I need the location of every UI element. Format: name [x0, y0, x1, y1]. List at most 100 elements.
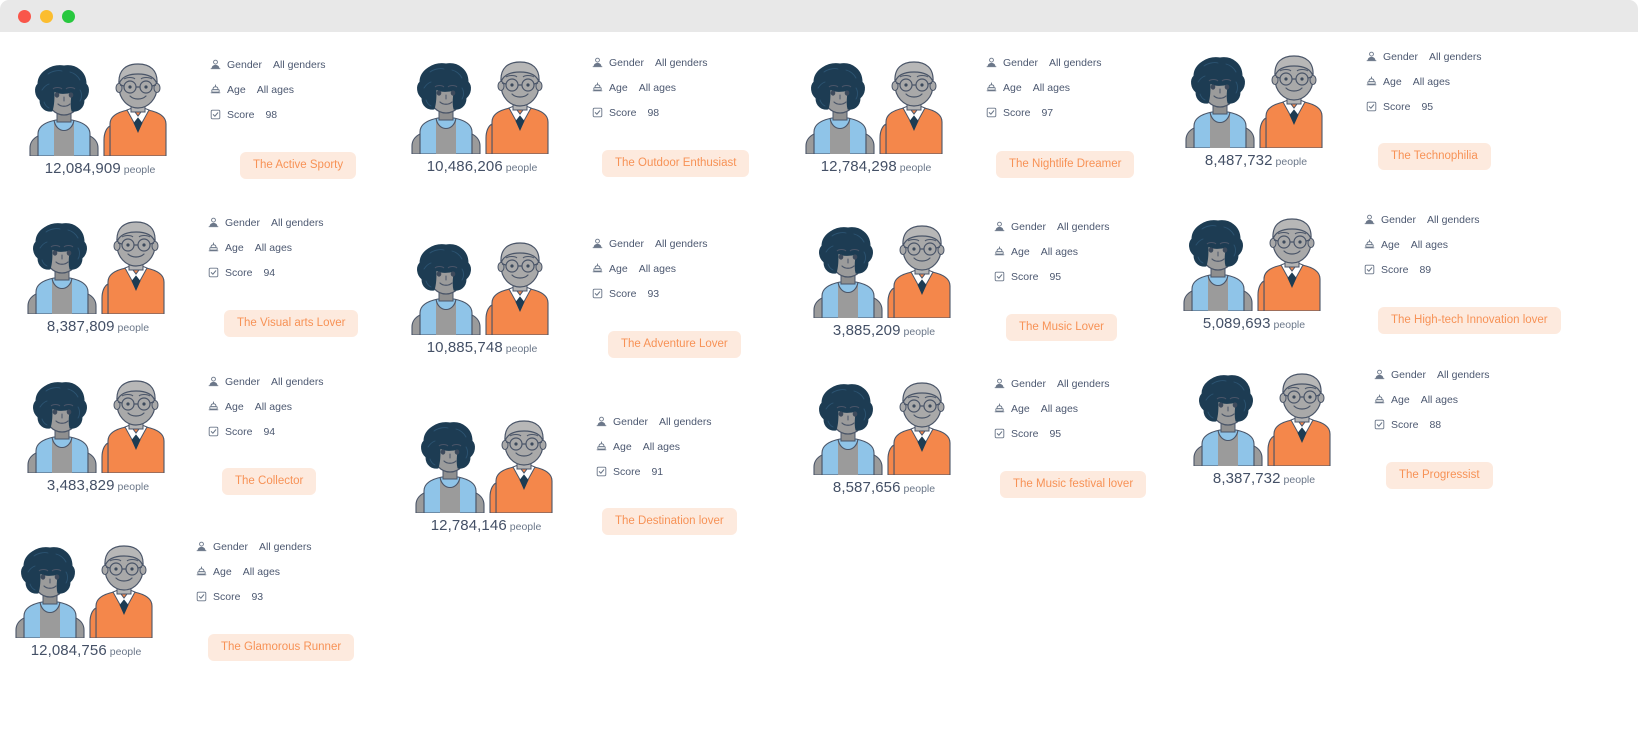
person-icon	[210, 59, 221, 70]
attr-label-gender: Gender	[1011, 220, 1047, 233]
persona-badge[interactable]: The Visual arts Lover	[224, 310, 359, 337]
attr-label-gender: Gender	[613, 415, 649, 428]
people-count: 8,387,809	[46, 318, 115, 335]
persona-badge[interactable]: The Outdoor Enthusiast	[602, 150, 750, 177]
persona-badge[interactable]: The Adventure Lover	[608, 331, 741, 358]
attr-label-score: Score	[225, 266, 253, 279]
cake-icon	[196, 566, 207, 577]
attr-label-score: Score	[1011, 270, 1039, 283]
attr-label-age: Age	[1011, 402, 1030, 415]
maximize-button-icon[interactable]	[62, 10, 75, 23]
persona-badge[interactable]: The Collector	[222, 468, 317, 495]
cake-icon	[1366, 76, 1377, 87]
check-square-icon	[210, 109, 221, 120]
attr-row-age: Age All ages	[196, 559, 386, 584]
attr-row-score: Score 97	[986, 100, 1176, 125]
persona-badge[interactable]: The Nightlife Dreamer	[996, 151, 1135, 178]
attr-value-gender: All genders	[273, 58, 326, 71]
attr-value-age: All ages	[256, 83, 295, 96]
person-icon	[196, 541, 207, 552]
couple-illustration	[14, 60, 186, 156]
persona-badge[interactable]: The Music festival lover	[1000, 471, 1147, 498]
person-icon	[986, 57, 997, 68]
attr-row-age: Age All ages	[208, 235, 398, 260]
attr-label-age: Age	[1391, 393, 1410, 406]
cake-icon	[994, 246, 1005, 257]
persona-grid: 12,084,909 people Gender All genders Age …	[0, 32, 1638, 735]
persona-badge[interactable]: The Glamorous Runner	[208, 634, 355, 661]
attr-value-score: 93	[647, 287, 660, 300]
person-icon	[1374, 369, 1385, 380]
attr-label-score: Score	[609, 106, 637, 119]
attr-label-gender: Gender	[225, 216, 261, 229]
attr-label-gender: Gender	[1383, 50, 1419, 63]
attr-row-gender: Gender All genders	[208, 369, 398, 394]
people-count: 8,387,732	[1212, 470, 1281, 487]
attr-row-age: Age All ages	[1374, 387, 1564, 412]
people-count-line: 10,885,748 people	[396, 339, 568, 357]
attr-label-score: Score	[1011, 427, 1039, 440]
attr-row-gender: Gender All genders	[1366, 44, 1556, 69]
people-count: 10,486,206	[426, 158, 503, 175]
cake-icon	[208, 242, 219, 253]
attr-value-score: 95	[1049, 427, 1062, 440]
attr-value-age: All ages	[638, 262, 677, 275]
attr-row-age: Age All ages	[596, 434, 786, 459]
window-titlebar	[0, 0, 1638, 32]
attr-row-score: Score 89	[1364, 257, 1554, 282]
persona-badge[interactable]: The Music Lover	[1006, 314, 1118, 341]
persona-badge[interactable]: The High-tech Innovation lover	[1378, 307, 1561, 334]
person-icon	[994, 221, 1005, 232]
minimize-button-icon[interactable]	[40, 10, 53, 23]
attr-row-age: Age All ages	[994, 396, 1184, 421]
persona-badge[interactable]: The Active Sporty	[240, 152, 357, 179]
persona-badge[interactable]: The Technophilia	[1378, 143, 1491, 170]
persona-badge[interactable]: The Destination lover	[602, 508, 737, 535]
attr-row-gender: Gender All genders	[1374, 362, 1564, 387]
persona-attributes: Gender All genders Age All ages Score 93	[592, 231, 782, 306]
attr-label-age: Age	[1383, 75, 1402, 88]
persona-attributes: Gender All genders Age All ages Score 98	[210, 52, 400, 127]
attr-row-gender: Gender All genders	[994, 371, 1184, 396]
attr-label-age: Age	[613, 440, 632, 453]
attr-row-gender: Gender All genders	[208, 210, 398, 235]
cake-icon	[592, 82, 603, 93]
persona-attributes: Gender All genders Age All ages Score 91	[596, 409, 786, 484]
attr-row-age: Age All ages	[208, 394, 398, 419]
attr-row-gender: Gender All genders	[994, 214, 1184, 239]
cake-icon	[592, 263, 603, 274]
attr-row-age: Age All ages	[592, 256, 782, 281]
couple-illustration	[798, 379, 970, 475]
attr-label-score: Score	[1381, 263, 1409, 276]
people-count: 12,784,298	[820, 158, 897, 175]
attr-value-gender: All genders	[659, 415, 712, 428]
attr-value-score: 97	[1041, 106, 1054, 119]
check-square-icon	[196, 591, 207, 602]
attr-value-gender: All genders	[1437, 368, 1490, 381]
attr-row-gender: Gender All genders	[196, 534, 386, 559]
people-count-line: 8,487,732 people	[1170, 152, 1342, 170]
couple-illustration	[798, 222, 970, 318]
attr-label-age: Age	[1011, 245, 1030, 258]
check-square-icon	[596, 466, 607, 477]
couple-illustration	[790, 58, 962, 154]
check-square-icon	[994, 271, 1005, 282]
persona-attributes: Gender All genders Age All ages Score 98	[592, 50, 782, 125]
attr-value-score: 98	[265, 108, 278, 121]
attr-label-score: Score	[1003, 106, 1031, 119]
attr-value-gender: All genders	[1429, 50, 1482, 63]
attr-row-score: Score 93	[196, 584, 386, 609]
attr-value-score: 93	[251, 590, 264, 603]
people-count-line: 12,784,298 people	[790, 158, 962, 176]
people-count-line: 12,084,756 people	[0, 642, 172, 660]
couple-illustration	[396, 58, 568, 154]
people-count-line: 10,486,206 people	[396, 158, 568, 176]
attr-value-age: All ages	[254, 400, 293, 413]
attr-value-gender: All genders	[1049, 56, 1102, 69]
attr-value-age: All ages	[1032, 81, 1071, 94]
persona-badge[interactable]: The Progressist	[1386, 462, 1493, 489]
attr-label-age: Age	[225, 400, 244, 413]
attr-row-age: Age All ages	[592, 75, 782, 100]
close-button-icon[interactable]	[18, 10, 31, 23]
check-square-icon	[1366, 101, 1377, 112]
